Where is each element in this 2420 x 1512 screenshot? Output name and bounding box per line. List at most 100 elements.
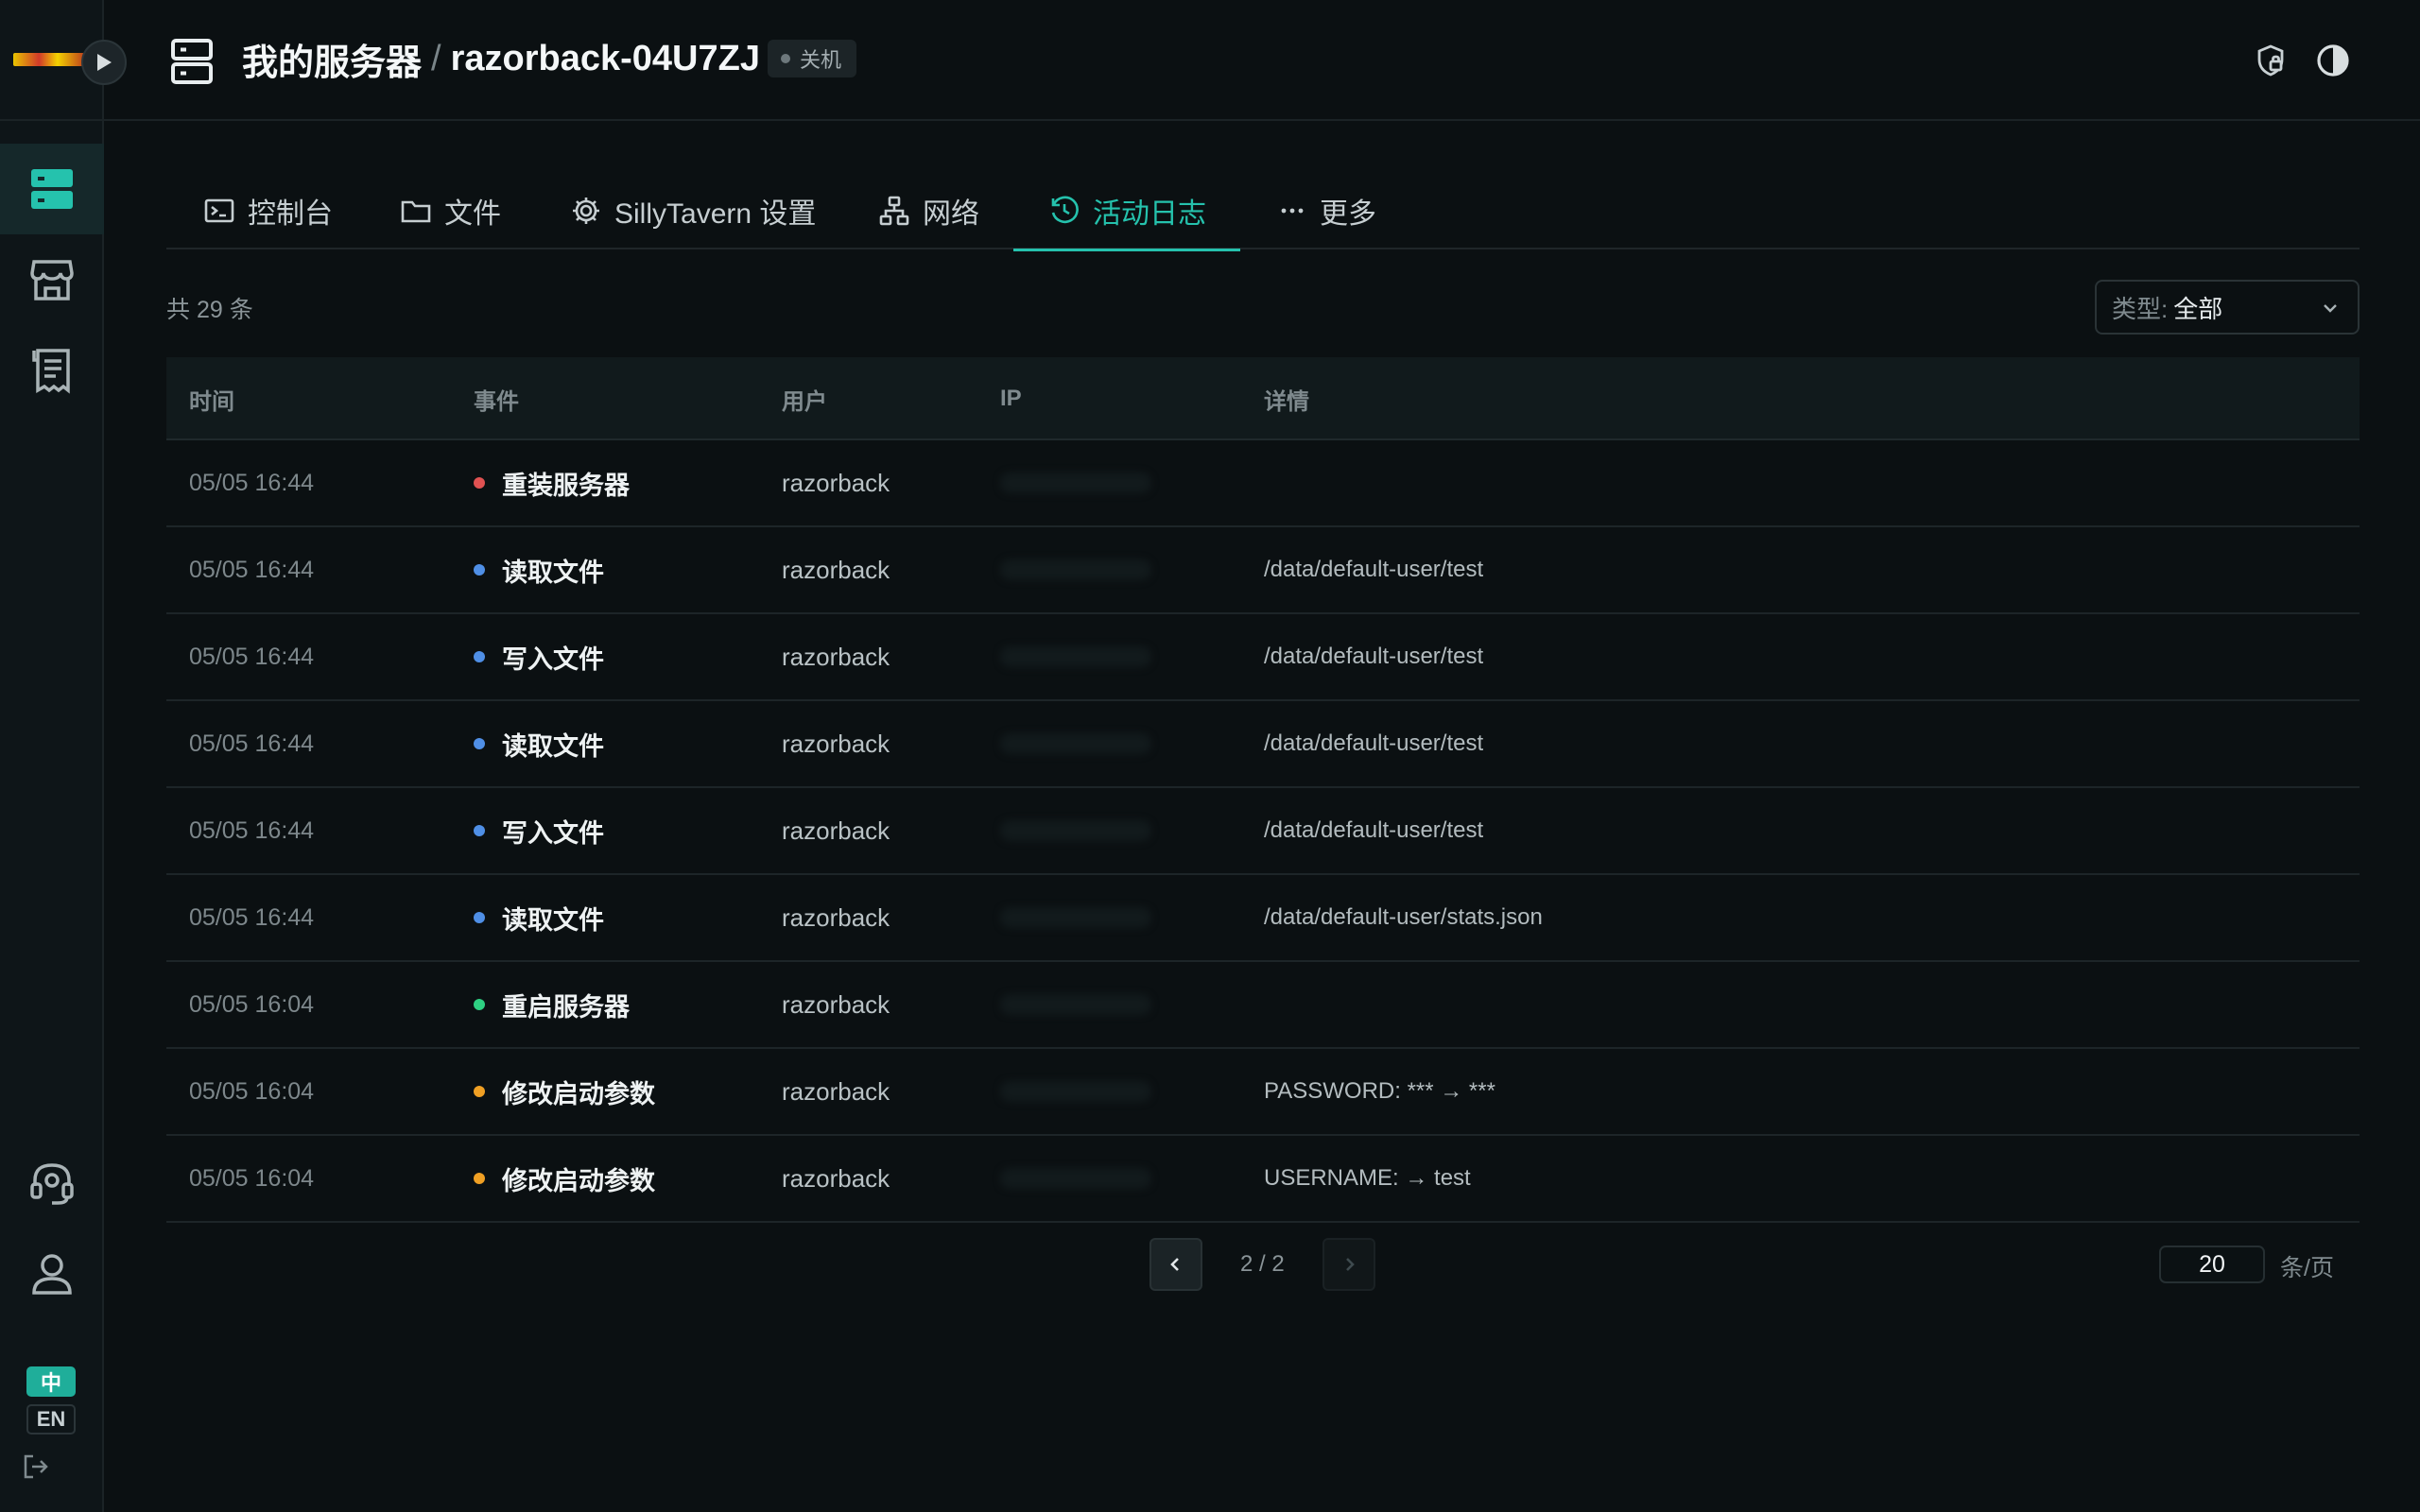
table-row: 05/05 16:04 修改启动参数 razorback USERNAME: → te…	[166, 1136, 2360, 1223]
prev-page-button[interactable]	[1150, 1238, 1202, 1291]
next-page-button[interactable]	[1322, 1238, 1375, 1291]
activity-log-table: 时间 事件 用户 IP 详情 05/05 16:44 重装服务器 razorback…	[166, 357, 2360, 1223]
row-time: 05/05 16:44	[189, 556, 315, 583]
sidebar-toggle-button[interactable]	[81, 40, 127, 85]
pagination: 2 / 2	[1150, 1238, 1375, 1291]
tab-activity-log[interactable]: 活动日志	[1013, 172, 1240, 251]
row-event-label: 重启服务器	[502, 992, 630, 1022]
row-event-label: 读取文件	[502, 558, 604, 587]
play-icon	[97, 54, 112, 71]
history-icon	[1051, 196, 1079, 224]
row-ip-redacted	[1000, 440, 1208, 525]
table-row: 05/05 16:04 重启服务器 razorback	[166, 962, 2360, 1049]
tab-sillytavern-settings[interactable]: SillyTavern 设置	[571, 172, 816, 249]
language-zh-button[interactable]: 中	[26, 1366, 76, 1397]
redacted-ip-blur	[1000, 472, 1151, 493]
sidebar: 中 EN	[0, 0, 127, 1512]
row-user: razorback	[782, 468, 890, 497]
breadcrumb-separator: /	[431, 38, 441, 78]
chevron-down-icon	[2324, 304, 2337, 313]
row-user: razorback	[782, 1076, 890, 1106]
row-time: 05/05 16:44	[189, 903, 315, 931]
table-row: 05/05 16:44 写入文件 razorback/data/default-us…	[166, 788, 2360, 875]
chevron-right-icon	[1345, 1258, 1355, 1271]
server-title-icon	[170, 38, 214, 90]
column-header-user: 用户	[782, 388, 827, 415]
row-time: 05/05 16:44	[189, 816, 315, 844]
row-ip-redacted	[1000, 875, 1208, 960]
event-level-dot	[474, 1173, 485, 1184]
breadcrumb-section[interactable]: 我的服务器	[242, 33, 422, 85]
status-text: 关机	[800, 48, 842, 72]
sidebar-item-servers[interactable]	[0, 144, 104, 234]
sidebar-item-store[interactable]	[0, 234, 104, 325]
row-time: 05/05 16:44	[189, 730, 315, 757]
row-time: 05/05 16:44	[189, 469, 315, 496]
topbar: 我的服务器 / razorback-04U7ZJ 关机	[104, 0, 2420, 121]
column-header-ip: IP	[1000, 386, 1022, 411]
redacted-ip-blur	[1000, 733, 1151, 754]
tab-network[interactable]: 网络	[879, 172, 979, 249]
row-user: razorback	[782, 729, 890, 758]
tab-sillytavern-settings-label: SillyTavern 设置	[614, 198, 817, 230]
row-event-label: 修改启动参数	[502, 1166, 655, 1195]
row-detail: /data/default-user/test	[1264, 730, 1484, 756]
type-filter-label: 类型:	[2112, 294, 2169, 323]
event-level-dot	[474, 999, 485, 1010]
row-event-label: 读取文件	[502, 905, 604, 935]
row-ip-redacted	[1000, 614, 1208, 699]
event-level-dot	[474, 477, 485, 489]
sidebar-item-support[interactable]	[0, 1138, 104, 1228]
row-user: razorback	[782, 555, 890, 584]
page-size-input[interactable]: 20	[2159, 1246, 2265, 1283]
row-event: 修改启动参数	[474, 1049, 655, 1134]
column-header-event: 事件	[474, 388, 519, 415]
shield-lock-icon	[2257, 44, 2284, 77]
row-time: 05/05 16:44	[189, 643, 315, 670]
table-row: 05/05 16:04 修改启动参数 razorback PASSWORD: *** …	[166, 1049, 2360, 1136]
table-header: 时间 事件 用户 IP 详情	[166, 357, 2360, 440]
row-user: razorback	[782, 902, 890, 932]
theme-toggle-button[interactable]	[2314, 42, 2352, 79]
tab-console[interactable]: 控制台	[204, 172, 333, 249]
row-user: razorback	[782, 1163, 890, 1193]
row-time: 05/05 16:04	[189, 1077, 315, 1105]
row-ip-redacted	[1000, 788, 1208, 873]
row-detail: /data/default-user/stats.json	[1264, 904, 1543, 930]
column-header-time: 时间	[189, 388, 234, 415]
server-icon	[31, 169, 73, 209]
sidebar-item-account[interactable]	[0, 1228, 104, 1319]
row-time: 05/05 16:04	[189, 1164, 315, 1192]
server-tabs: 控制台 文件 SillyTavern 设置 网络 活动日志 更多	[166, 172, 2360, 251]
event-level-dot	[474, 912, 485, 923]
row-detail: /data/default-user/test	[1264, 644, 1484, 669]
table-row: 05/05 16:44 读取文件 razorback/data/default-us…	[166, 527, 2360, 614]
network-icon	[879, 196, 909, 226]
status-badge: 关机	[768, 40, 857, 77]
row-ip-redacted	[1000, 701, 1208, 786]
language-en-button[interactable]: EN	[26, 1404, 76, 1435]
row-event: 写入文件	[474, 614, 604, 699]
tab-more[interactable]: 更多	[1278, 172, 1376, 249]
tab-files[interactable]: 文件	[401, 172, 501, 249]
security-button[interactable]	[2252, 42, 2290, 79]
more-icon	[1281, 208, 1304, 214]
redacted-ip-blur	[1000, 994, 1151, 1015]
type-filter-value: 全部	[2173, 294, 2223, 323]
type-filter-select[interactable]: 类型: 全部	[2095, 280, 2360, 335]
row-event-label: 写入文件	[502, 644, 604, 674]
row-time: 05/05 16:04	[189, 990, 315, 1018]
tab-console-label: 控制台	[248, 198, 333, 230]
page-size-unit: 条/页	[2280, 1255, 2334, 1281]
row-event-label: 写入文件	[502, 818, 604, 848]
sidebar-item-billing[interactable]	[0, 325, 104, 416]
row-event: 读取文件	[474, 527, 604, 612]
row-event-label: 读取文件	[502, 731, 604, 761]
row-detail: PASSWORD: *** → ***	[1264, 1078, 1495, 1104]
row-event: 写入文件	[474, 788, 604, 873]
logout-button[interactable]	[23, 1453, 49, 1485]
page-indicator: 2 / 2	[1240, 1251, 1285, 1277]
table-row: 05/05 16:44 重装服务器 razorback	[166, 440, 2360, 527]
gear-icon	[573, 198, 599, 224]
row-ip-redacted	[1000, 1136, 1208, 1221]
